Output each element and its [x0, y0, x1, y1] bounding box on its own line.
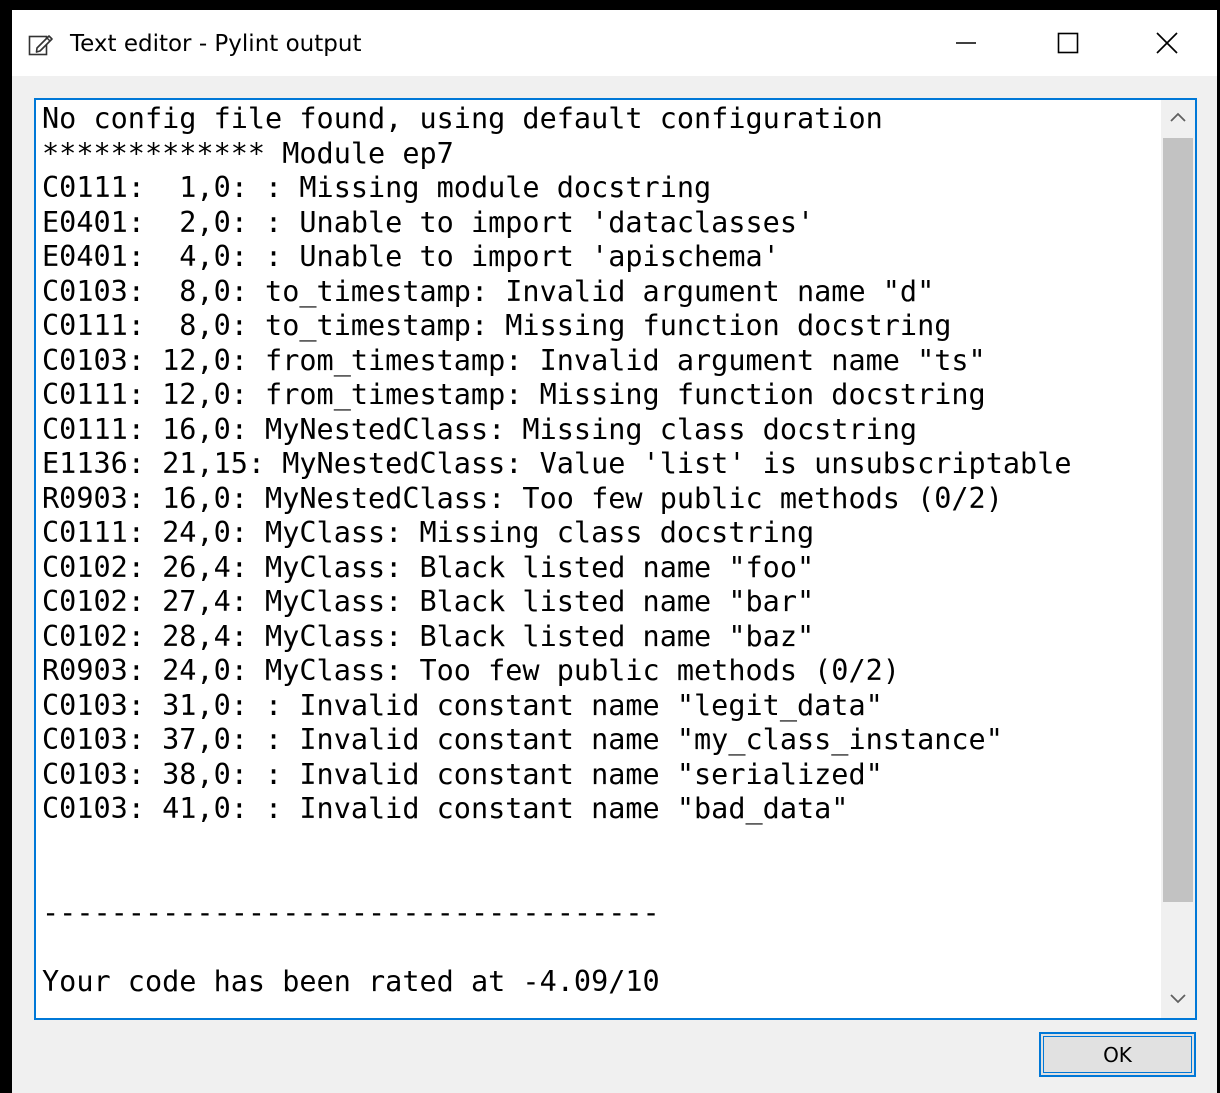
edit-note-icon [28, 31, 54, 57]
scroll-thumb[interactable] [1163, 138, 1193, 902]
ok-button[interactable]: OK [1039, 1032, 1196, 1077]
output-line: C0103: 12,0: from_timestamp: Invalid arg… [42, 343, 986, 377]
output-line: R0903: 24,0: MyClass: Too few public met… [42, 654, 900, 687]
scroll-up-button[interactable] [1161, 100, 1195, 136]
chevron-up-icon [1170, 109, 1186, 127]
minimize-icon [955, 32, 977, 54]
output-line: E1136: 21,15: MyNestedClass: Value 'list… [42, 447, 1072, 480]
output-line: No config file found, using default conf… [42, 102, 883, 135]
close-button[interactable] [1117, 10, 1217, 76]
scroll-down-button[interactable] [1161, 982, 1195, 1018]
output-line: C0111: 12,0: from_timestamp: Missing fun… [42, 378, 986, 411]
focus-ring [1043, 1036, 1192, 1073]
output-line: C0102: 28,4: MyClass: Black listed name … [42, 619, 815, 653]
output-line: C0102: 26,4: MyClass: Black listed name … [42, 550, 815, 584]
output-line: R0903: 16,0: MyNestedClass: Too few publ… [42, 481, 1003, 515]
minimize-button[interactable] [915, 10, 1017, 76]
output-line: E0401: 4,0: : Unable to import 'apischem… [42, 240, 780, 273]
text-editor-window: Text editor - Pylint output No config fi… [0, 0, 1220, 1093]
output-line: C0103: 37,0: : Invalid constant name "my… [42, 723, 1003, 756]
output-line: Your code has been rated at -4.09/10 [42, 964, 660, 998]
vertical-scrollbar[interactable] [1161, 100, 1195, 1018]
output-line: ------------------------------------ [42, 895, 660, 929]
output-line: C0111: 24,0: MyClass: Missing class docs… [42, 516, 815, 549]
output-line: C0103: 41,0: : Invalid constant name "ba… [42, 792, 849, 825]
output-text-area[interactable]: No config file found, using default conf… [34, 98, 1197, 1020]
output-line: C0111: 1,0: : Missing module docstring [42, 171, 712, 204]
chevron-down-icon [1170, 991, 1186, 1009]
output-line: E0401: 2,0: : Unable to import 'dataclas… [42, 205, 815, 239]
maximize-icon [1057, 32, 1079, 54]
output-line: C0111: 16,0: MyNestedClass: Missing clas… [42, 412, 918, 446]
output-line: C0103: 8,0: to_timestamp: Invalid argume… [42, 274, 935, 308]
output-line: C0103: 31,0: : Invalid constant name "le… [42, 688, 883, 722]
title-bar[interactable]: Text editor - Pylint output [12, 10, 1217, 76]
close-icon [1155, 31, 1179, 55]
output-line: C0111: 8,0: to_timestamp: Missing functi… [42, 309, 952, 342]
pylint-output-text[interactable]: No config file found, using default conf… [42, 102, 1160, 999]
output-line: ************* Module ep7 [42, 136, 454, 170]
output-line: C0102: 27,4: MyClass: Black listed name … [42, 585, 815, 618]
maximize-button[interactable] [1017, 10, 1119, 76]
window-title: Text editor - Pylint output [70, 31, 362, 57]
output-line: C0103: 38,0: : Invalid constant name "se… [42, 757, 883, 791]
